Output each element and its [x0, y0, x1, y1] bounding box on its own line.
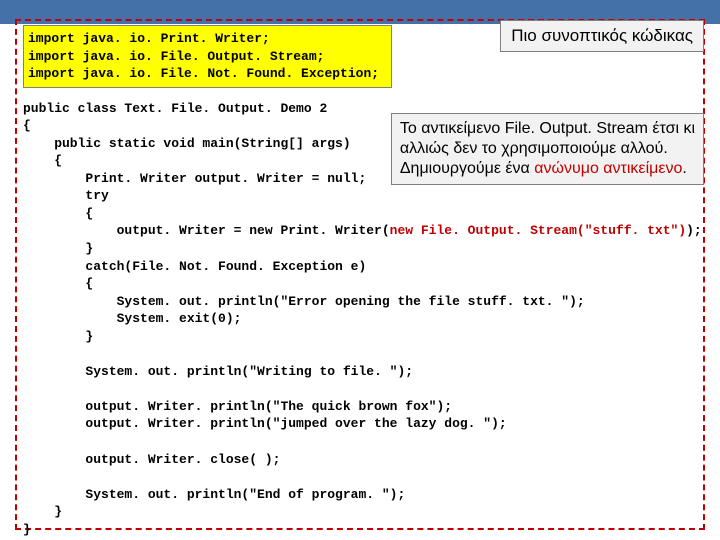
callout-highlight: ανώνυμο αντικείμενο	[534, 160, 682, 177]
code-highlight: new File. Output. Stream("stuff. txt")	[390, 223, 686, 238]
code-line: {	[23, 276, 93, 291]
code-line: public static void main(String[] args)	[23, 136, 351, 151]
code-line: }	[23, 241, 93, 256]
code-line: System. out. println("Writing to file. "…	[23, 364, 413, 379]
code-line: output. Writer. println("jumped over the…	[23, 416, 507, 431]
code-line: try	[23, 188, 109, 203]
imports-box: import java. io. Print. Writer; import j…	[23, 25, 392, 88]
callout-top: Πιο συνοπτικός κώδικας	[500, 20, 704, 52]
code-line: }	[23, 504, 62, 519]
code-line: {	[23, 118, 31, 133]
callout-text: .	[682, 160, 686, 177]
callout-text: Δημιουργούμε ένα	[400, 160, 534, 177]
import-line: import java. io. File. Not. Found. Excep…	[28, 66, 379, 81]
slide: import java. io. Print. Writer; import j…	[0, 0, 720, 540]
code-line: System. exit(0);	[23, 311, 241, 326]
code-line: output. Writer. close( );	[23, 452, 280, 467]
import-line: import java. io. Print. Writer;	[28, 31, 270, 46]
callout-line: αλλιώς δεν το χρησιμοποιούμε αλλού.	[400, 139, 695, 159]
code-line: output. Writer. println("The quick brown…	[23, 399, 452, 414]
callout-line: Δημιουργούμε ένα ανώνυμο αντικείμενο.	[400, 159, 695, 179]
content-frame: import java. io. Print. Writer; import j…	[15, 19, 705, 530]
code-line: System. out. println("End of program. ")…	[23, 487, 405, 502]
callout-line: Το αντικείμενο File. Output. Stream έτσι…	[400, 119, 695, 139]
code-line: }	[23, 329, 93, 344]
code-line: {	[23, 153, 62, 168]
code-line: public class Text. File. Output. Demo 2	[23, 101, 327, 116]
code-line: {	[23, 206, 93, 221]
code-line: output. Writer = new Print. Writer(	[23, 223, 390, 238]
code-line: System. out. println("Error opening the …	[23, 294, 585, 309]
code-line: );	[686, 223, 702, 238]
code-line: }	[23, 522, 31, 537]
import-line: import java. io. File. Output. Stream;	[28, 49, 324, 64]
code-line: Print. Writer output. Writer = null;	[23, 171, 366, 186]
code-line: catch(File. Not. Found. Exception e)	[23, 259, 366, 274]
callout-mid: Το αντικείμενο File. Output. Stream έτσι…	[391, 113, 704, 185]
